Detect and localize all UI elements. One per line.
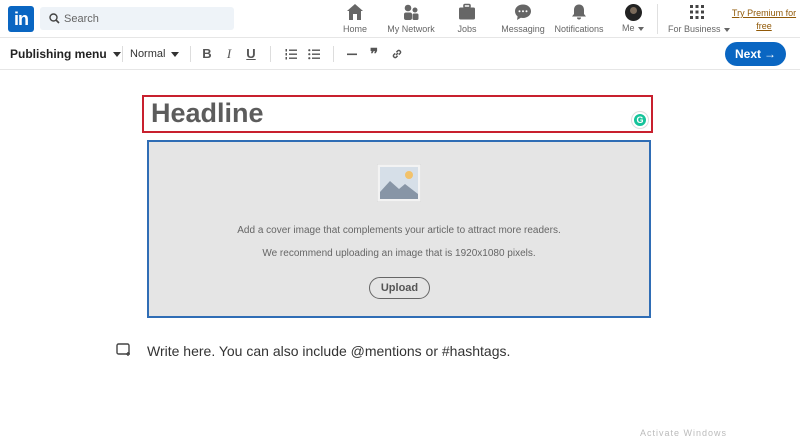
- grammarly-icon[interactable]: G: [632, 112, 648, 128]
- nav-me[interactable]: Me: [618, 3, 648, 36]
- nav-my-network-label: My Network: [387, 24, 435, 34]
- home-icon: [347, 4, 363, 20]
- numbered-list-button[interactable]: [284, 46, 298, 62]
- nav-me-label: Me: [621, 23, 635, 33]
- nav-jobs[interactable]: Jobs: [453, 3, 481, 36]
- activate-windows-watermark: Activate Windows: [640, 428, 728, 438]
- caret-down-icon: [171, 51, 180, 57]
- nav-jobs-label: Jobs: [457, 24, 477, 34]
- publishing-menu-button[interactable]: Publishing menu: [10, 38, 121, 70]
- nav-divider: [657, 4, 658, 34]
- headline-text[interactable]: Headline: [151, 97, 264, 129]
- search-input[interactable]: [64, 7, 229, 30]
- bold-button[interactable]: B: [200, 46, 214, 62]
- italic-button[interactable]: I: [223, 46, 235, 62]
- numbered-list-icon: [285, 49, 297, 60]
- nav-home-label: Home: [342, 24, 367, 34]
- toolbar-divider: [333, 46, 334, 62]
- bulleted-list-icon: [308, 49, 320, 60]
- briefcase-icon: [459, 3, 475, 20]
- nav-for-business[interactable]: For Business: [668, 3, 731, 36]
- next-button[interactable]: Next →: [725, 42, 786, 66]
- link-button[interactable]: [390, 46, 404, 62]
- cover-size-hint: We recommend uploading an image that is …: [262, 248, 536, 259]
- next-label: Next: [734, 47, 761, 61]
- try-premium-line1: Try Premium for: [731, 8, 797, 18]
- underline-button[interactable]: U: [244, 46, 258, 62]
- nav-for-business-label: For Business: [668, 24, 721, 34]
- publishing-menu-label: Publishing menu: [10, 47, 107, 61]
- try-premium-link[interactable]: Try Premium for free: [730, 7, 798, 33]
- toolbar-divider: [270, 46, 271, 62]
- nav-my-network[interactable]: My Network: [384, 3, 438, 36]
- horizontal-rule-icon: [347, 53, 357, 56]
- toolbar-divider: [190, 46, 191, 62]
- try-premium-line2: free: [756, 21, 772, 31]
- link-icon: [392, 49, 402, 59]
- headline-field[interactable]: Headline G: [142, 95, 653, 133]
- nav-home[interactable]: Home: [340, 3, 370, 36]
- search-icon: [49, 13, 60, 24]
- chevron-down-icon: [638, 26, 645, 31]
- add-media-icon[interactable]: [116, 343, 132, 357]
- avatar[interactable]: [624, 4, 642, 21]
- divider-button[interactable]: [345, 46, 359, 62]
- linkedin-logo[interactable]: in: [8, 6, 34, 32]
- search-bar[interactable]: [40, 7, 234, 30]
- top-nav: in Home My Network Jobs: [0, 0, 800, 38]
- nav-notifications-label: Notifications: [554, 24, 604, 34]
- text-style-select[interactable]: Normal: [130, 38, 180, 70]
- toolbar-divider: [122, 46, 123, 62]
- arrow-right-icon: →: [764, 47, 776, 61]
- network-icon: [404, 4, 419, 20]
- text-style-value: Normal: [130, 48, 166, 60]
- grid-icon: [690, 5, 704, 19]
- editor-toolbar: Publishing menu Normal B I U ❞: [0, 38, 800, 70]
- cover-hint-text: Add a cover image that complements your …: [237, 225, 561, 236]
- bell-icon: [572, 4, 586, 20]
- messaging-icon: [515, 4, 531, 20]
- nav-notifications[interactable]: Notifications: [553, 3, 605, 36]
- article-body-input[interactable]: Write here. You can also include @mentio…: [147, 343, 510, 359]
- cover-image-dropzone[interactable]: Add a cover image that complements your …: [147, 140, 651, 318]
- nav-messaging-label: Messaging: [501, 24, 545, 34]
- upload-button[interactable]: Upload: [369, 277, 430, 299]
- bulleted-list-button[interactable]: [307, 46, 321, 62]
- quote-button[interactable]: ❞: [367, 46, 381, 63]
- nav-messaging[interactable]: Messaging: [500, 3, 546, 36]
- image-placeholder-icon: [377, 164, 421, 202]
- caret-down-icon: [112, 51, 121, 57]
